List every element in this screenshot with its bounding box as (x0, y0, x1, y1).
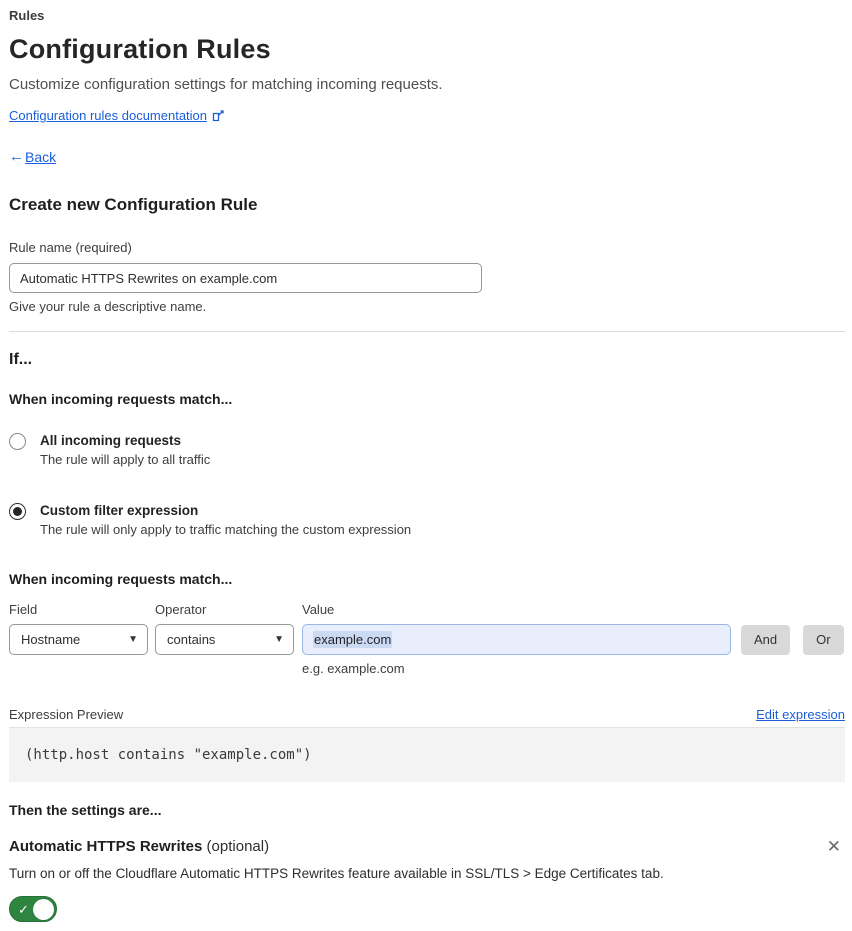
setting-optional-tag: (optional) (206, 838, 270, 855)
or-button[interactable]: Or (803, 624, 844, 655)
section-divider (9, 331, 845, 332)
value-label: Value (302, 602, 335, 617)
field-label: Field (9, 602, 38, 617)
value-helper: e.g. example.com (302, 661, 405, 676)
option-all-incoming-requests: All incoming requests The rule will appl… (9, 432, 845, 468)
if-heading: If... (9, 351, 33, 368)
breadcrumb: Rules (9, 8, 45, 23)
field-select[interactable]: Hostname ▼ (9, 624, 148, 655)
external-link-icon (212, 109, 224, 122)
expression-preview-block: (http.host contains "example.com") (9, 727, 845, 782)
setting-title: Automatic HTTPS Rewrites (optional) (9, 837, 269, 857)
value-input-text: example.com (313, 631, 393, 648)
toggle-knob (33, 898, 54, 920)
rule-name-label: Rule name (required) (9, 240, 132, 255)
page-subtitle: Customize configuration settings for mat… (9, 76, 443, 93)
chevron-down-icon: ▼ (128, 634, 138, 645)
expression-code: (http.host contains "example.com") (9, 728, 845, 782)
radio-label[interactable]: All incoming requests (40, 432, 210, 449)
operator-select[interactable]: contains ▼ (155, 624, 294, 655)
automatic-https-rewrites-toggle[interactable]: ✓ (9, 896, 57, 922)
operator-select-value: contains (167, 632, 216, 647)
check-icon: ✓ (18, 901, 29, 917)
documentation-link[interactable]: Configuration rules documentation (9, 107, 207, 124)
chevron-down-icon: ▼ (274, 634, 284, 645)
radio-label[interactable]: Custom filter expression (40, 502, 411, 519)
rule-name-input[interactable] (9, 263, 482, 293)
radio-description: The rule will apply to all traffic (40, 452, 211, 467)
create-rule-heading: Create new Configuration Rule (9, 195, 258, 214)
configuration-rules-page: Rules Configuration Rules Customize conf… (0, 0, 852, 931)
value-input[interactable]: example.com (302, 624, 731, 655)
expression-preview-label: Expression Preview (9, 707, 124, 722)
settings-heading: Then the settings are... (9, 802, 162, 818)
field-select-value: Hostname (21, 632, 81, 647)
rule-name-helper: Give your rule a descriptive name. (9, 299, 207, 314)
back-link[interactable]: Back (25, 148, 56, 166)
setting-description: Turn on or off the Cloudflare Automatic … (9, 866, 664, 881)
back-arrow-icon: ← (9, 148, 24, 165)
expression-builder-heading: When incoming requests match... (9, 571, 233, 587)
radio-custom-filter-expression[interactable] (9, 503, 26, 520)
option-custom-filter-expression: Custom filter expression The rule will o… (9, 502, 845, 538)
and-button[interactable]: And (741, 624, 791, 655)
remove-setting-button[interactable]: ✕ (823, 837, 845, 857)
setting-title-text: Automatic HTTPS Rewrites (9, 838, 203, 855)
radio-all-incoming-requests[interactable] (9, 433, 26, 450)
back-row: ← Back (9, 148, 845, 166)
radio-description: The rule will only apply to traffic matc… (40, 522, 412, 537)
match-heading: When incoming requests match... (9, 391, 233, 407)
operator-label: Operator (155, 602, 207, 617)
page-title: Configuration Rules (9, 34, 271, 64)
edit-expression-link[interactable]: Edit expression (756, 707, 845, 723)
close-icon: ✕ (826, 837, 841, 856)
